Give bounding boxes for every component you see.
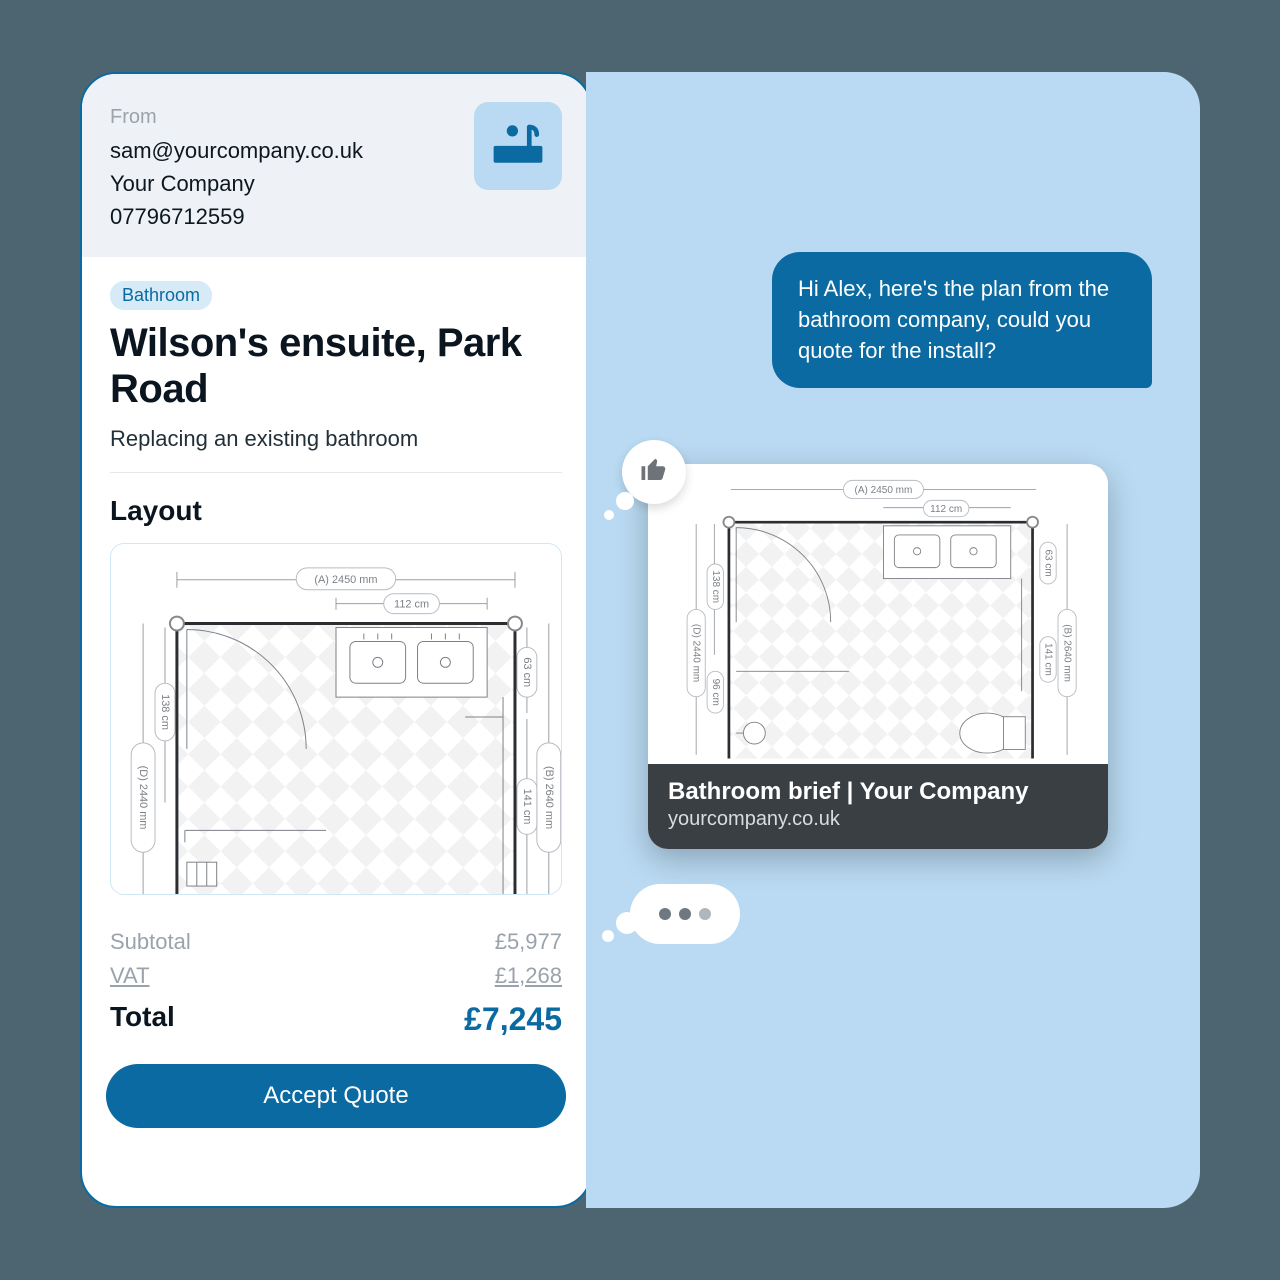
floorplan: (A) 2450 mm 112 cm (D) 2440 mm 138 cm (110, 543, 562, 895)
svg-text:(A) 2450 mm: (A) 2450 mm (855, 485, 913, 496)
svg-text:141 cm: 141 cm (1043, 643, 1054, 676)
quote-totals: Subtotal £5,977 VAT £1,268 Total £7,245 (82, 907, 590, 1050)
quote-subtitle: Replacing an existing bathroom (110, 426, 562, 452)
typing-dot-icon (659, 908, 671, 920)
link-preview-card[interactable]: (A) 2450 mm 112 cm (D) 2440 mm 138 cm 96… (648, 464, 1108, 849)
dim-height-left: (D) 2440 mm (137, 766, 149, 830)
svg-text:(D) 2440 mm: (D) 2440 mm (691, 624, 702, 682)
svg-text:63 cm: 63 cm (1043, 549, 1054, 576)
total-value: £7,245 (464, 1001, 562, 1038)
reaction-bubble[interactable] (622, 440, 686, 504)
quote-card: From sam@yourcompany.co.uk Your Company … (80, 72, 592, 1208)
subtotal-value: £5,977 (495, 929, 562, 955)
bath-icon (488, 114, 548, 179)
divider (110, 472, 562, 473)
svg-text:96 cm: 96 cm (710, 679, 721, 706)
typing-indicator (630, 884, 740, 944)
vat-label: VAT (110, 963, 150, 989)
dim-sink-h: 63 cm (521, 657, 533, 687)
svg-text:(B) 2640 mm: (B) 2640 mm (1062, 624, 1073, 682)
preview-title: Bathroom brief | Your Company (668, 778, 1088, 806)
preview-domain: yourcompany.co.uk (668, 808, 1088, 831)
dim-door-h: 138 cm (159, 694, 171, 730)
sender-company: Your Company (110, 167, 363, 200)
chat-message-outgoing: Hi Alex, here's the plan from the bathro… (772, 252, 1152, 388)
from-label: From (110, 102, 363, 132)
category-chip: Bathroom (110, 281, 212, 310)
dim-wc-h: 141 cm (521, 789, 533, 825)
typing-dot-icon (679, 908, 691, 920)
vat-value: £1,268 (495, 963, 562, 989)
typing-dot-icon (699, 908, 711, 920)
company-logo (474, 102, 562, 190)
section-layout-heading: Layout (110, 495, 562, 527)
sender-phone: 07796712559 (110, 200, 363, 233)
dim-counter: 112 cm (394, 599, 429, 611)
svg-text:112 cm: 112 cm (930, 504, 962, 515)
quote-title: Wilson's ensuite, Park Road (110, 320, 562, 412)
sender-email: sam@yourcompany.co.uk (110, 134, 363, 167)
svg-text:138 cm: 138 cm (710, 570, 721, 603)
dim-height-right: (B) 2640 mm (543, 766, 555, 829)
total-label: Total (110, 1001, 175, 1038)
preview-floorplan: (A) 2450 mm 112 cm (D) 2440 mm 138 cm 96… (648, 464, 1108, 764)
dim-width: (A) 2450 mm (314, 574, 377, 586)
quote-header: From sam@yourcompany.co.uk Your Company … (82, 74, 590, 257)
subtotal-label: Subtotal (110, 929, 191, 955)
accept-quote-button[interactable]: Accept Quote (106, 1064, 566, 1128)
thumbs-up-icon (639, 455, 669, 490)
chat-panel: Hi Alex, here's the plan from the bathro… (586, 72, 1200, 1208)
